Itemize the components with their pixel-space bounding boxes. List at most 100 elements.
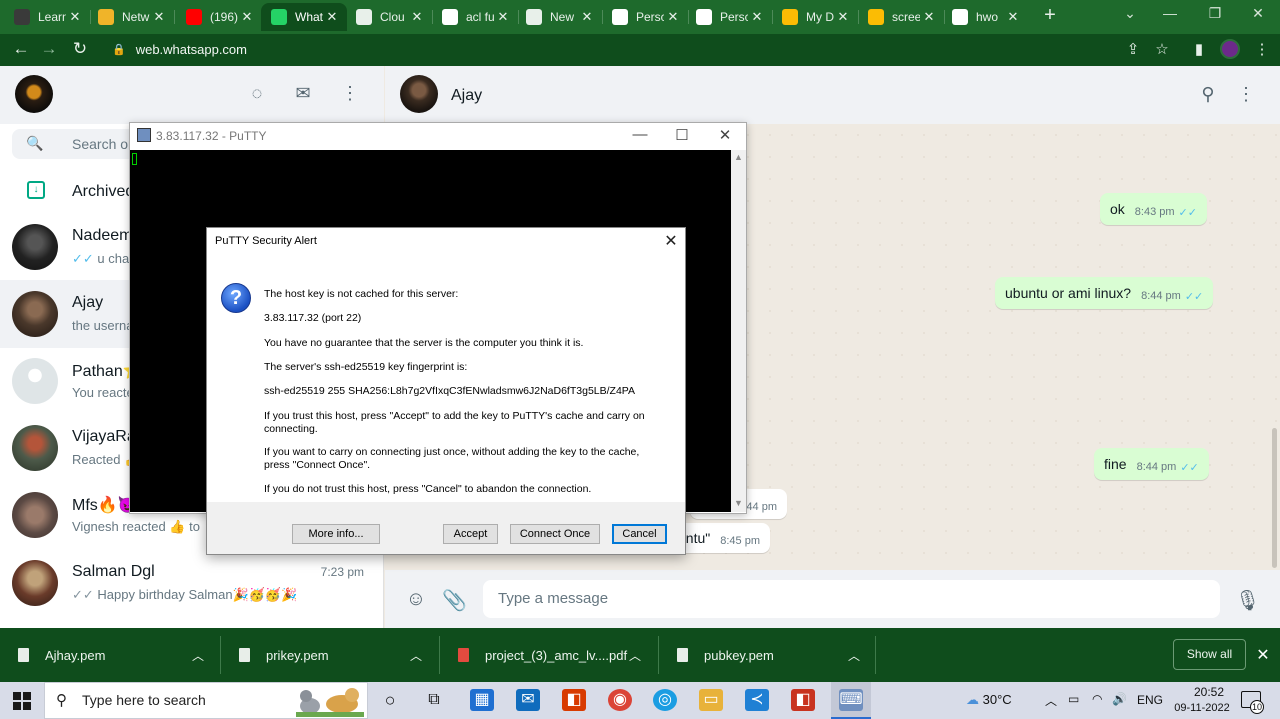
show-all-button[interactable]: Show all <box>1173 639 1246 670</box>
chevron-up-icon[interactable]: ︿ <box>192 647 204 664</box>
close-tab-icon[interactable]: ✕ <box>408 9 426 25</box>
browser-tab[interactable]: (196) ✕ <box>176 3 262 31</box>
close-tab-icon[interactable]: ✕ <box>150 9 168 25</box>
close-tab-icon[interactable]: ✕ <box>494 9 512 25</box>
contact-avatar[interactable] <box>400 75 438 113</box>
menu-icon[interactable]: ⋮ <box>339 83 361 104</box>
bookmark-star-icon[interactable]: ☆ <box>1152 40 1172 58</box>
close-tab-icon[interactable]: ✕ <box>1004 9 1022 25</box>
wifi-icon[interactable]: ◠ <box>1092 692 1102 706</box>
reload-icon[interactable]: ↻ <box>69 39 91 59</box>
back-icon[interactable]: ← <box>10 39 32 59</box>
task-view-icon[interactable]: ⧉ <box>422 689 446 711</box>
close-icon[interactable]: ✕ <box>715 126 735 144</box>
notification-count-badge: 10 <box>1250 700 1264 714</box>
close-tab-icon[interactable]: ✕ <box>664 9 682 25</box>
store-icon[interactable]: ▦ <box>470 689 494 711</box>
search-icon[interactable]: ⚲ <box>1197 84 1219 105</box>
close-tab-icon[interactable]: ✕ <box>748 9 766 25</box>
contact-name[interactable]: Ajay <box>451 87 482 105</box>
connect-once-button[interactable]: Connect Once <box>510 524 600 544</box>
file-explorer-icon[interactable]: ▭ <box>699 689 723 711</box>
office-app-icon[interactable]: ◧ <box>791 689 815 711</box>
chat-item[interactable]: Salman Dgl 7:23 pm ✓✓ Happy birthday Sal… <box>0 549 384 617</box>
chevron-up-icon[interactable]: ︿ <box>629 647 641 664</box>
windows-start-icon[interactable] <box>13 692 31 710</box>
message-scrollbar[interactable] <box>1272 428 1277 568</box>
close-tab-icon[interactable]: ✕ <box>66 9 84 25</box>
volume-icon[interactable]: 🔊 <box>1112 692 1127 706</box>
close-window-icon[interactable]: ✕ <box>1248 5 1268 22</box>
more-info-button[interactable]: More info... <box>292 524 380 544</box>
vscode-icon[interactable]: ≺ <box>745 689 769 711</box>
restore-icon[interactable]: ❐ <box>1205 5 1225 22</box>
cancel-button[interactable]: Cancel <box>612 524 667 544</box>
tab-title: My D <box>806 10 834 24</box>
microphone-icon[interactable]: 🎙 <box>1235 588 1260 613</box>
status-icon[interactable]: ◌ <box>246 83 268 104</box>
browser-tab[interactable]: acl fu ✕ <box>432 3 518 31</box>
chevron-up-icon[interactable]: ︿ <box>410 647 422 664</box>
scroll-up-icon[interactable]: ▲ <box>734 152 743 162</box>
download-item[interactable]: project_(3)_amc_lv....pdf ︿ <box>440 628 658 682</box>
conversation-header <box>385 66 1280 124</box>
weather-widget[interactable]: ☁ 30°C <box>966 692 1012 708</box>
message-time: 8:45 pm <box>720 535 760 547</box>
profile-avatar[interactable] <box>1220 39 1240 59</box>
chevron-up-icon[interactable]: ︿ <box>848 647 860 664</box>
office-icon[interactable]: ◧ <box>562 689 586 711</box>
message-input[interactable]: Type a message <box>483 580 1220 618</box>
attach-icon[interactable]: 📎 <box>442 588 467 613</box>
side-panel-icon[interactable]: ▮ <box>1189 40 1209 58</box>
tab-search-icon[interactable]: ⌄ <box>1120 5 1140 22</box>
maximize-icon[interactable]: ☐ <box>672 126 692 144</box>
url-field[interactable]: 🔒 web.whatsapp.com <box>104 38 1184 60</box>
close-tab-icon[interactable]: ✕ <box>323 9 341 25</box>
share-icon[interactable]: ⇪ <box>1123 40 1143 58</box>
close-tab-icon[interactable]: ✕ <box>920 9 938 25</box>
browser-tab[interactable]: scree ✕ <box>858 3 944 31</box>
forward-icon[interactable]: → <box>38 39 60 59</box>
close-downloads-icon[interactable]: ✕ <box>1254 645 1272 665</box>
clock-date[interactable]: 09-11-2022 <box>1170 702 1234 714</box>
minimize-icon[interactable]: — <box>630 126 650 143</box>
close-icon[interactable]: ✕ <box>661 231 681 251</box>
browser-tab[interactable]: What ✕ <box>261 3 347 31</box>
browser-tab[interactable]: Learn ✕ <box>4 3 90 31</box>
new-tab-button[interactable]: + <box>1040 4 1060 27</box>
browser-tab[interactable]: My D ✕ <box>772 3 858 31</box>
browser-tab[interactable]: New ✕ <box>516 3 602 31</box>
mail-icon[interactable]: ✉ <box>516 689 540 711</box>
browser-tab[interactable]: Clou ✕ <box>346 3 432 31</box>
menu-icon[interactable]: ⋮ <box>1235 84 1257 105</box>
archived-label[interactable]: Archived <box>72 183 134 201</box>
new-chat-icon[interactable]: ✉ <box>292 83 314 104</box>
close-tab-icon[interactable]: ✕ <box>834 9 852 25</box>
emoji-icon[interactable]: ☺ <box>404 588 428 611</box>
accept-button[interactable]: Accept <box>443 524 498 544</box>
close-tab-icon[interactable]: ✕ <box>578 9 596 25</box>
read-ticks-icon: ✓✓ <box>72 251 94 266</box>
download-item[interactable]: prikey.pem ︿ <box>221 628 439 682</box>
download-item[interactable]: Ajhay.pem ︿ <box>0 628 220 682</box>
read-ticks-icon: ✓✓ <box>1178 206 1197 219</box>
chrome-icon[interactable]: ◉ <box>608 689 632 711</box>
my-avatar[interactable] <box>15 75 53 113</box>
browser-tab[interactable]: Netw ✕ <box>88 3 174 31</box>
close-tab-icon[interactable]: ✕ <box>238 9 256 25</box>
clock-time[interactable]: 20:52 <box>1184 685 1234 699</box>
chat-name: Salman Dgl <box>72 563 155 580</box>
chevron-up-icon[interactable]: ︿ <box>1045 692 1057 709</box>
edge-icon[interactable]: ◎ <box>653 689 677 711</box>
browser-tab[interactable]: Persc ✕ <box>602 3 688 31</box>
cortana-icon[interactable]: ○ <box>378 689 402 711</box>
minimize-icon[interactable]: — <box>1160 5 1180 21</box>
browser-tab[interactable]: Persc ✕ <box>686 3 772 31</box>
scroll-down-icon[interactable]: ▼ <box>734 498 743 508</box>
language-indicator[interactable]: ENG <box>1137 693 1163 707</box>
browser-menu-icon[interactable]: ⋮ <box>1252 40 1272 58</box>
browser-tab[interactable]: hwo ✕ <box>942 3 1028 31</box>
battery-icon[interactable]: ▭ <box>1068 692 1079 706</box>
terminal-scrollbar[interactable] <box>731 150 746 512</box>
download-item[interactable]: pubkey.pem ︿ <box>659 628 875 682</box>
